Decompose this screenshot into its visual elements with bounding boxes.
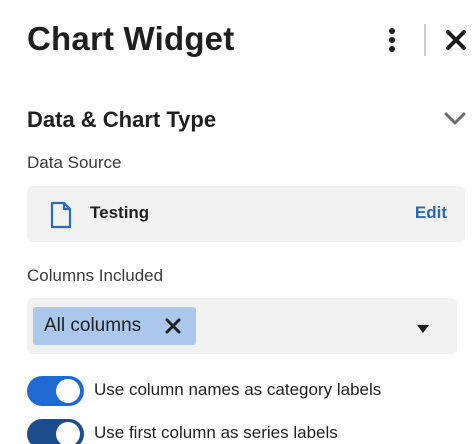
document-icon [50,201,72,229]
section-title: Data & Chart Type [27,107,217,132]
caret-down-icon[interactable] [416,321,430,333]
columns-select[interactable]: All columns [27,298,457,354]
column-chip-label: All columns [44,315,142,336]
column-chip: All columns [33,307,196,345]
close-icon[interactable] [442,26,470,54]
data-source-label: Data Source [27,153,122,172]
series-labels-toggle[interactable] [27,419,84,444]
page-title: Chart Widget [27,20,235,57]
data-source-name: Testing [90,203,150,222]
data-source-field: Testing Edit [27,186,465,242]
chevron-down-icon[interactable] [442,107,468,129]
columns-included-label: Columns Included [27,266,164,285]
header-divider [424,24,426,56]
edit-data-source-button[interactable]: Edit [415,203,447,223]
toggle-knob [56,422,80,444]
widget-header: Chart Widget [0,0,474,80]
toggle-label: Use column names as category labels [94,380,382,399]
remove-chip-icon[interactable] [163,316,183,336]
toggle-series-labels-row: Use first column as series labels [27,419,467,444]
category-labels-toggle[interactable] [27,376,84,406]
toggle-knob [56,379,80,403]
kebab-menu-icon[interactable] [381,26,403,54]
toggle-label: Use first column as series labels [94,423,338,442]
toggle-category-labels-row: Use column names as category labels [27,376,467,408]
